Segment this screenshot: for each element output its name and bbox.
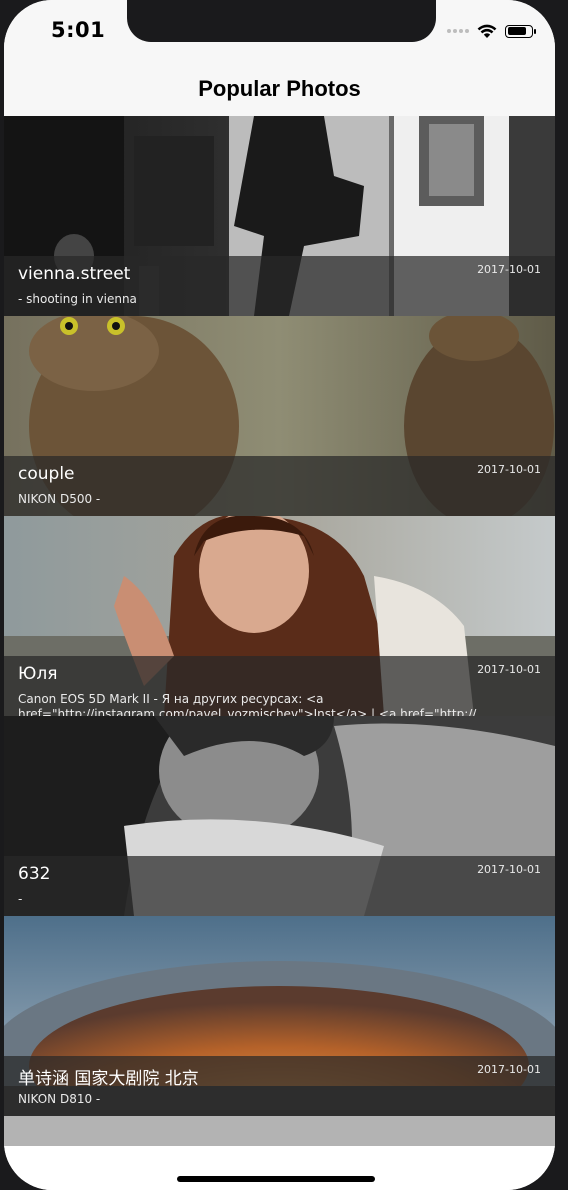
battery-level-fill bbox=[507, 27, 527, 35]
status-time: 5:01 bbox=[51, 18, 106, 42]
photo-title: 单诗涵 国家大剧院 北京 bbox=[18, 1069, 199, 1089]
photo-description: NIKON D810 - bbox=[18, 1092, 101, 1106]
photo-card[interactable]: couple 2017-10-01 NIKON D500 - bbox=[4, 316, 555, 516]
photo-caption: 632 2017-10-01 - bbox=[4, 856, 555, 916]
photo-title: 632 bbox=[18, 864, 51, 884]
photo-caption: Юля 2017-10-01 Canon EOS 5D Mark II - Я … bbox=[4, 656, 555, 716]
photo-description: - bbox=[18, 892, 23, 906]
page-title: Popular Photos bbox=[198, 76, 361, 101]
home-indicator-area bbox=[4, 1146, 555, 1190]
photo-card[interactable]: Юля 2017-10-01 Canon EOS 5D Mark II - Я … bbox=[4, 516, 555, 716]
battery-icon bbox=[505, 24, 536, 38]
photo-caption: couple 2017-10-01 NIKON D500 - bbox=[4, 456, 555, 516]
photo-date: 2017-10-01 bbox=[477, 863, 541, 876]
photo-card[interactable]: 单诗涵 国家大剧院 北京 2017-10-01 NIKON D810 - bbox=[4, 916, 555, 1116]
photo-caption: vienna.street 2017-10-01 - shooting in v… bbox=[4, 256, 555, 316]
photo-title: vienna.street bbox=[18, 264, 131, 284]
photo-description: NIKON D500 - bbox=[18, 492, 101, 506]
phone-screen: 5:01 Popular Photos vienna.street 2017-1… bbox=[4, 0, 555, 1190]
device-notch bbox=[127, 0, 436, 42]
photo-feed[interactable]: vienna.street 2017-10-01 - shooting in v… bbox=[4, 116, 555, 1146]
photo-description: - shooting in vienna bbox=[18, 292, 137, 306]
photo-date: 2017-10-01 bbox=[477, 663, 541, 676]
photo-card[interactable]: vienna.street 2017-10-01 - shooting in v… bbox=[4, 116, 555, 316]
status-bar: 5:01 bbox=[4, 0, 555, 60]
wifi-icon bbox=[477, 24, 497, 38]
photo-date: 2017-10-01 bbox=[477, 463, 541, 476]
photo-title: couple bbox=[18, 464, 75, 484]
photo-title: Юля bbox=[18, 664, 58, 684]
photo-date: 2017-10-01 bbox=[477, 1063, 541, 1076]
photo-date: 2017-10-01 bbox=[477, 263, 541, 276]
home-indicator[interactable] bbox=[177, 1176, 375, 1182]
photo-card[interactable]: 632 2017-10-01 - bbox=[4, 716, 555, 916]
photo-caption: 单诗涵 国家大剧院 北京 2017-10-01 NIKON D810 - bbox=[4, 1056, 555, 1116]
status-icons bbox=[447, 22, 536, 40]
navigation-bar: Popular Photos bbox=[4, 60, 555, 116]
photo-description: Canon EOS 5D Mark II - Я на других ресур… bbox=[18, 692, 477, 716]
cellular-signal-icon bbox=[447, 29, 469, 33]
